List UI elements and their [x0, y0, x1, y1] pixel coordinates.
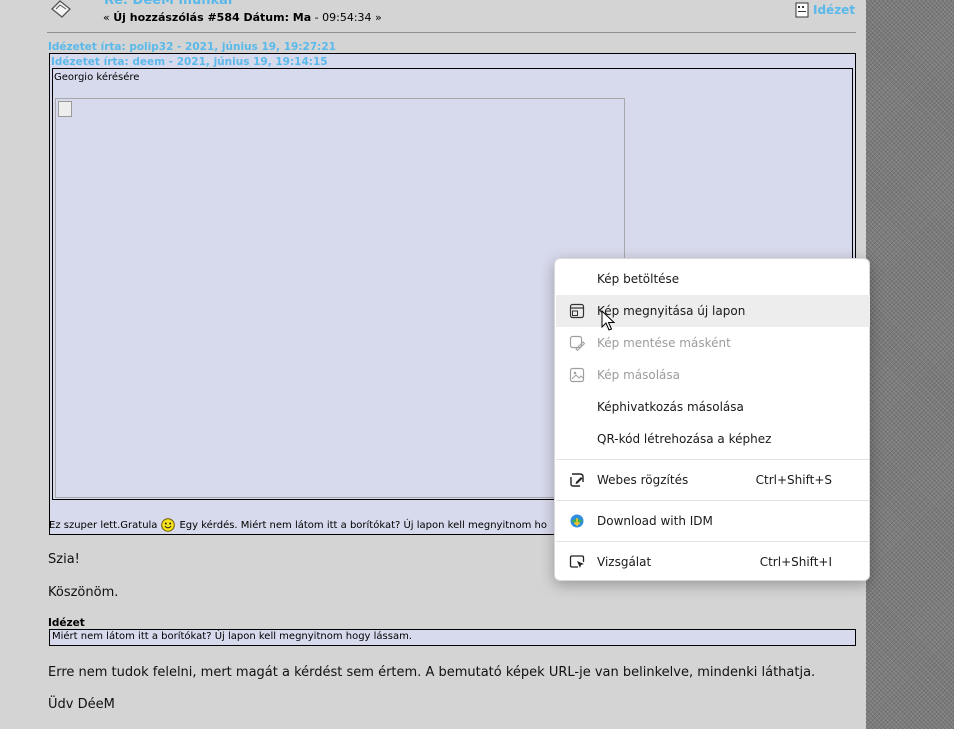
menu-item-label: Kép másolása — [597, 368, 681, 382]
menu-item-create-qr-code[interactable]: QR-kód létrehozása a képhez — [556, 423, 870, 455]
body-line-greeting: Szia! — [48, 552, 80, 567]
small-quote-box: Miért nem látom itt a borítókat? Új lapo… — [49, 629, 856, 646]
page-background-pattern — [866, 0, 954, 729]
menu-separator — [556, 541, 870, 542]
mouse-cursor-icon — [601, 310, 615, 331]
smiley-icon — [161, 518, 176, 532]
menu-item-label: Vizsgálat — [597, 555, 652, 569]
menu-item-load-image[interactable]: Kép betöltése — [556, 263, 870, 295]
menu-separator — [556, 459, 870, 460]
menu-separator — [556, 500, 870, 501]
menu-item-label: Kép megnyitása új lapon — [597, 304, 746, 318]
menu-item-web-capture[interactable]: Webes rögzítés Ctrl+Shift+S — [556, 464, 870, 496]
menu-item-copy-image-link[interactable]: Képhivatkozás másolása — [556, 391, 870, 423]
copy-image-icon — [569, 367, 585, 383]
body-line-signature: Üdv DéeM — [48, 697, 115, 712]
quote-button-label: Idézet — [813, 3, 856, 17]
outer-quote-header: Idézetet írta: polip32 - 2021, június 19… — [48, 41, 336, 53]
small-quote-label: Idézet — [48, 617, 85, 629]
header-divider — [47, 32, 856, 33]
body-line-thanks: Köszönöm. — [48, 585, 119, 600]
outer-quote-text: Ez szuper lett.Gratula Egy kérdés. Miért… — [49, 518, 547, 532]
menu-item-label: Képhivatkozás másolása — [597, 400, 744, 414]
broken-image-icon — [58, 101, 72, 117]
post-diamond-icon — [51, 0, 71, 18]
web-capture-icon — [570, 473, 584, 487]
menu-item-inspect[interactable]: Vizsgálat Ctrl+Shift+I — [556, 546, 870, 578]
quote-icon — [795, 2, 809, 18]
quote-button[interactable]: Idézet — [795, 2, 855, 18]
idm-icon — [570, 514, 584, 528]
context-menu: Kép betöltése Kép megnyitása új lapon Ké… — [554, 258, 870, 581]
menu-item-copy-image[interactable]: Kép másolása — [556, 359, 870, 391]
outer-text-b: Egy kérdés. Miért nem látom itt a borító… — [179, 519, 548, 531]
menu-item-label: Webes rögzítés — [597, 473, 689, 487]
new-tab-image-icon — [569, 303, 585, 319]
post-title-link[interactable]: Re: DeeM munkái — [104, 0, 232, 8]
broken-image[interactable] — [55, 98, 625, 498]
menu-item-shortcut: Ctrl+Shift+S — [755, 473, 832, 487]
outer-text-a: Ez szuper lett.Gratula — [49, 519, 158, 531]
inspect-icon — [569, 555, 585, 568]
menu-item-shortcut: Ctrl+Shift+I — [759, 555, 832, 569]
post-meta: « Új hozzászólás #584 Dátum: Ma - 09:54:… — [103, 11, 382, 24]
menu-item-label: Kép mentése másként — [597, 336, 731, 350]
menu-item-download-with-idm[interactable]: Download with IDM — [556, 505, 870, 537]
meta-post-number: Új hozzászólás #584 Dátum: Ma — [113, 11, 312, 24]
inner-quote-text: Georgio kérésére — [54, 72, 140, 83]
menu-item-label: QR-kód létrehozása a képhez — [597, 432, 772, 446]
menu-item-label: Kép betöltése — [597, 272, 680, 286]
meta-prefix: « — [103, 11, 110, 24]
body-line-answer: Erre nem tudok felelni, mert magát a kér… — [48, 665, 816, 680]
menu-item-label: Download with IDM — [597, 514, 713, 528]
inner-quote-header: Idézetet írta: deem - 2021, június 19, 1… — [51, 56, 328, 68]
meta-time: - 09:54:34 » — [314, 11, 382, 24]
save-image-icon — [569, 335, 585, 351]
